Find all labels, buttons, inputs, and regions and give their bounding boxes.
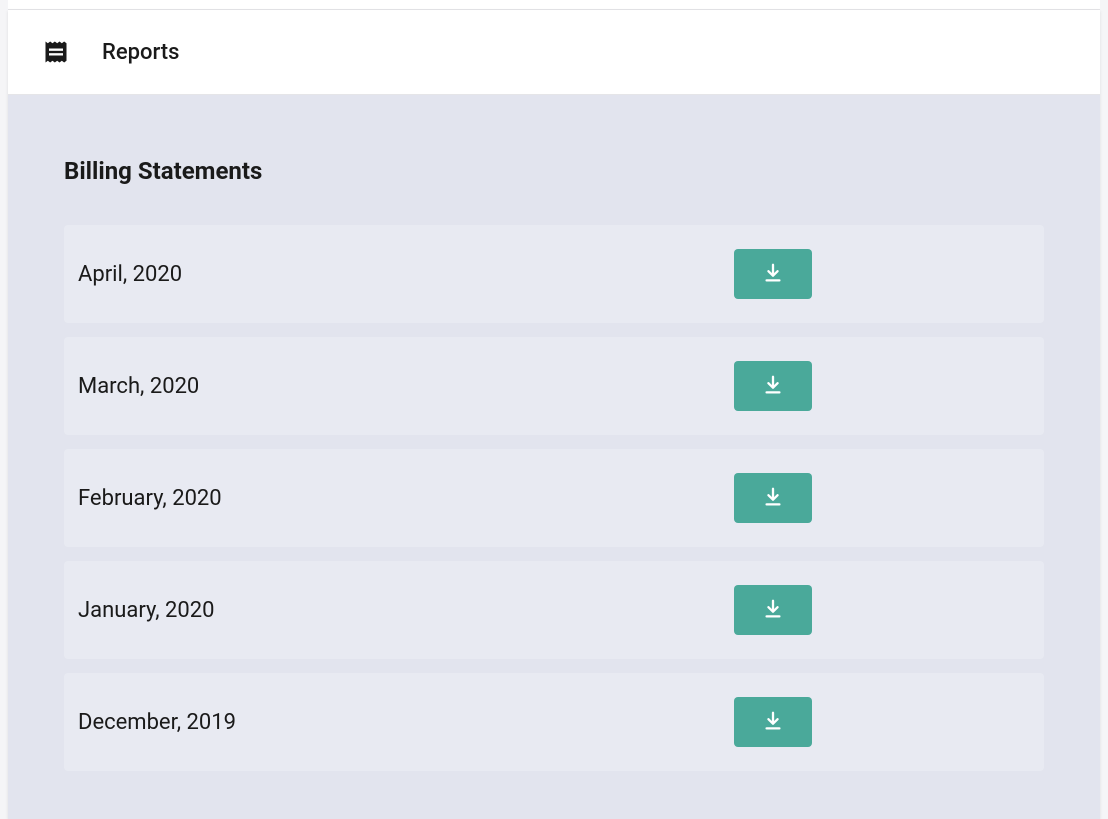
main-container: Reports Billing Statements April, 2020 M… [8, 10, 1100, 819]
section-title: Billing Statements [64, 157, 1044, 185]
download-icon [762, 374, 784, 399]
statement-label: April, 2020 [78, 262, 182, 287]
download-button[interactable] [734, 697, 812, 747]
statement-row: March, 2020 [64, 337, 1044, 435]
download-icon [762, 486, 784, 511]
statement-row: January, 2020 [64, 561, 1044, 659]
download-button[interactable] [734, 361, 812, 411]
statement-label: March, 2020 [78, 374, 199, 399]
page-header: Reports [8, 10, 1100, 95]
statement-row: December, 2019 [64, 673, 1044, 771]
content-area: Billing Statements April, 2020 March, 20… [8, 95, 1100, 819]
statement-row: February, 2020 [64, 449, 1044, 547]
statement-list: April, 2020 March, 2020 [64, 225, 1044, 771]
download-icon [762, 598, 784, 623]
statement-label: December, 2019 [78, 710, 236, 735]
statement-row: April, 2020 [64, 225, 1044, 323]
download-button[interactable] [734, 473, 812, 523]
statement-label: February, 2020 [78, 486, 222, 511]
top-strip [8, 0, 1100, 10]
download-icon [762, 710, 784, 735]
download-button[interactable] [734, 585, 812, 635]
statement-label: January, 2020 [78, 598, 215, 623]
receipt-icon [42, 38, 70, 66]
download-button[interactable] [734, 249, 812, 299]
download-icon [762, 262, 784, 287]
page-title: Reports [102, 40, 179, 65]
